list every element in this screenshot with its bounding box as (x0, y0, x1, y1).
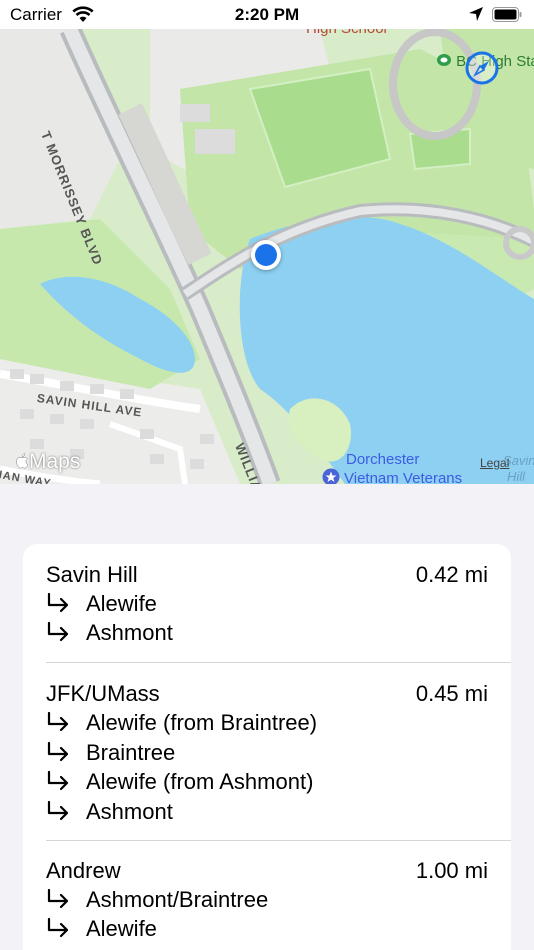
divider (46, 840, 511, 841)
poi-label-dorchester-line2: Vietnam Veterans (344, 470, 463, 485)
turn-right-arrow-icon (47, 888, 69, 909)
destination-label: Alewife (from Braintree) (86, 710, 318, 735)
clock: 2:20 PM (234, 5, 300, 24)
destination-label: Ashmont (86, 620, 173, 645)
legal-link[interactable]: Legal (480, 456, 509, 470)
destination-item: Alewife (46, 916, 157, 942)
compass-button[interactable] (465, 51, 499, 85)
station-distance: 0.42 mi (415, 562, 488, 587)
destination-item: Alewife (from Ashmont) (46, 769, 313, 795)
maps-attribution: Maps (13, 450, 80, 474)
current-location-dot[interactable] (251, 240, 281, 270)
location-arrow-icon (468, 6, 484, 27)
destination-item: Ashmont (46, 620, 173, 646)
turn-right-arrow-icon (47, 770, 69, 791)
destination-item: Braintree (46, 740, 175, 766)
destination-label: Ashmont (86, 799, 173, 824)
poi-label-savin-line2: Hill (507, 469, 526, 484)
turn-right-arrow-icon (47, 711, 69, 732)
turn-right-arrow-icon (47, 592, 69, 613)
poi-label-school[interactable]: High School (306, 29, 387, 37)
map-view[interactable]: High School BC High Stad T MORRISSEY BLV… (0, 29, 534, 484)
turn-right-arrow-icon (47, 800, 69, 821)
battery-icon (492, 7, 522, 22)
turn-right-arrow-icon (47, 621, 69, 642)
destination-item: Ashmont (46, 799, 173, 825)
nearby-stations-list: Savin Hill 0.42 mi Alewife Ashmont JFK/U… (23, 544, 511, 950)
poi-label-dorchester-line1: Dorchester (346, 451, 420, 468)
turn-right-arrow-icon (47, 741, 69, 762)
destination-label: Braintree (86, 740, 176, 765)
station-distance: 0.45 mi (415, 681, 488, 706)
destination-item: Alewife (46, 591, 157, 617)
destination-label: Alewife (86, 916, 157, 941)
station-distance: 1.00 mi (415, 858, 488, 883)
destination-item: Alewife (from Braintree) (46, 710, 317, 736)
stadium-icon (437, 54, 451, 66)
divider (46, 662, 511, 663)
station-name: Savin Hill (46, 562, 138, 587)
turn-right-arrow-icon (47, 917, 69, 938)
destination-label: Alewife (from Ashmont) (86, 769, 314, 794)
station-name: Andrew (46, 858, 121, 883)
destination-item: Ashmont/Braintree (46, 887, 268, 913)
memorial-star-icon (322, 468, 340, 484)
maps-attribution-text: Maps (29, 450, 81, 473)
station-name: JFK/UMass (46, 681, 160, 706)
poi-label-dorchester[interactable]: Dorchester Vietnam Veterans (322, 451, 463, 485)
compass-icon (465, 51, 499, 85)
destination-label: Ashmont/Braintree (86, 887, 269, 912)
destination-label: Alewife (86, 591, 157, 616)
apple-logo-icon (16, 453, 29, 469)
status-bar: Carrier 2:20 PM (0, 0, 534, 29)
